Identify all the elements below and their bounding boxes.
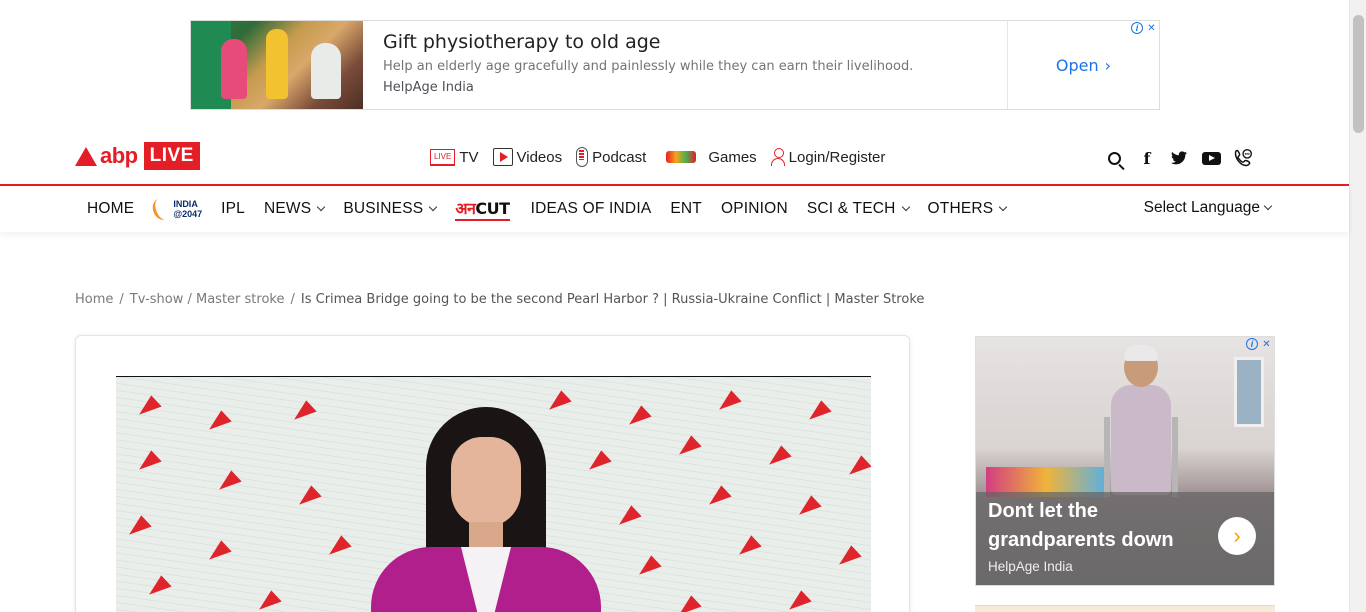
nav-label: NEWS xyxy=(264,200,312,217)
chevron-down-icon xyxy=(901,202,910,212)
breadcrumb-section[interactable]: Tv-show / Master stroke xyxy=(130,292,285,307)
nav-label: OPINION xyxy=(720,200,788,217)
nav-sci-tech[interactable]: SCI & TECH xyxy=(806,200,910,218)
search-button[interactable] xyxy=(1105,148,1125,168)
twitter-icon[interactable] xyxy=(1169,148,1189,168)
top-link-videos[interactable]: Videos xyxy=(492,148,563,166)
top-links: LIVE TV Videos Podcast Games Login/Regis… xyxy=(430,147,899,167)
india-2047-logo-text: INDIA @2047 xyxy=(173,199,202,219)
logo-text: abp xyxy=(100,143,138,168)
nav-opinion[interactable]: OPINION xyxy=(721,200,788,218)
user-icon xyxy=(770,148,785,166)
top-link-label: Games xyxy=(708,148,757,166)
ad-choices[interactable]: i ✕ xyxy=(1131,22,1158,35)
top-link-label: Videos xyxy=(516,148,563,166)
nav-label: IPL xyxy=(221,200,245,217)
top-ad-banner[interactable]: Gift physiotherapy to old age Help an el… xyxy=(190,20,1160,110)
nav-label: SCI & TECH xyxy=(806,200,896,217)
breadcrumb-current: Is Crimea Bridge going to be the second … xyxy=(300,292,925,307)
phone-icon[interactable] xyxy=(1233,148,1253,168)
nav-label: ENT xyxy=(670,200,702,217)
india-top-text: INDIA xyxy=(173,199,198,209)
breadcrumb: Home / Tv-show / Master stroke / Is Crim… xyxy=(75,292,924,307)
main-navigation: HOME INDIA @2047 IPL NEWS BUSINESS अनCUT … xyxy=(0,186,1349,232)
logo-triangle-icon xyxy=(75,146,97,166)
facebook-icon[interactable]: f xyxy=(1137,148,1157,168)
language-label: Select Language xyxy=(1143,199,1260,216)
breadcrumb-separator: / xyxy=(290,292,295,307)
language-selector[interactable]: Select Language xyxy=(1143,199,1273,217)
india-swoosh-icon xyxy=(150,195,175,223)
side-ad-choices[interactable]: i ✕ xyxy=(1246,338,1273,351)
anncut-logo-hindi: अन xyxy=(455,199,476,218)
side-ad-cta-button[interactable]: › xyxy=(1218,517,1256,555)
nav-ipl[interactable]: IPL xyxy=(221,200,245,218)
nav-label: HOME xyxy=(87,200,135,217)
anncut-logo-cut: CUT xyxy=(475,199,510,218)
top-link-login[interactable]: Login/Register xyxy=(770,148,886,166)
chevron-down-icon xyxy=(429,202,438,212)
breadcrumb-separator: / xyxy=(119,292,124,307)
nav-others[interactable]: OTHERS xyxy=(927,200,1008,218)
side-ad[interactable]: Dont let the grandparents down HelpAge I… xyxy=(975,336,1275,586)
top-link-label: Podcast xyxy=(592,148,647,166)
india-bottom-text: @2047 xyxy=(173,209,203,219)
side-ad-secondary[interactable] xyxy=(975,605,1275,612)
info-icon[interactable]: i xyxy=(1131,22,1143,34)
chevron-down-icon xyxy=(317,202,326,212)
chevron-right-icon: › xyxy=(1104,55,1112,75)
nav-label: BUSINESS xyxy=(343,200,424,217)
ad-advertiser: HelpAge India xyxy=(383,80,474,95)
video-thumbnail-anchor xyxy=(371,407,601,612)
play-icon xyxy=(492,148,513,166)
search-icon xyxy=(1107,151,1121,165)
chevron-down-icon xyxy=(999,202,1008,212)
nav-home[interactable]: HOME xyxy=(87,200,134,218)
nav-business[interactable]: BUSINESS xyxy=(343,200,438,218)
chevron-right-icon: › xyxy=(1233,523,1241,548)
breadcrumb-home[interactable]: Home xyxy=(75,292,113,307)
youtube-icon[interactable] xyxy=(1201,148,1221,168)
nav-ideas-of-india[interactable]: IDEAS OF INDIA xyxy=(531,200,652,218)
nav-ent[interactable]: ENT xyxy=(670,200,702,218)
live-tv-icon: LIVE xyxy=(430,148,456,166)
side-ad-advertiser: HelpAge India xyxy=(988,559,1073,574)
top-link-label: Login/Register xyxy=(788,148,886,166)
top-link-podcast[interactable]: Podcast xyxy=(576,147,646,167)
video-card xyxy=(75,335,910,612)
page-scrollbar[interactable] xyxy=(1349,0,1366,612)
nav-anncut[interactable]: अनCUT xyxy=(455,197,510,221)
side-ad-headline[interactable]: Dont let the grandparents down xyxy=(988,497,1208,555)
info-icon[interactable]: i xyxy=(1246,338,1258,350)
video-player[interactable] xyxy=(116,376,871,612)
nav-india-2047[interactable]: INDIA @2047 xyxy=(150,195,202,223)
ad-image[interactable] xyxy=(191,21,363,109)
ad-title[interactable]: Gift physiotherapy to old age xyxy=(383,31,987,53)
top-link-tv[interactable]: LIVE TV xyxy=(430,148,479,166)
nav-label: IDEAS OF INDIA xyxy=(530,200,652,217)
nav-news[interactable]: NEWS xyxy=(264,200,326,218)
games-icon xyxy=(666,151,697,163)
abp-live-logo[interactable]: abp LIVE xyxy=(75,142,200,170)
ad-description: Help an elderly age gracefully and painl… xyxy=(383,59,914,74)
microphone-icon xyxy=(576,147,589,167)
nav-label: OTHERS xyxy=(927,200,994,217)
logo-live-badge: LIVE xyxy=(143,142,200,170)
top-link-label: TV xyxy=(459,148,479,166)
close-icon[interactable]: ✕ xyxy=(1145,22,1158,35)
top-link-games[interactable]: Games xyxy=(666,148,757,166)
close-icon[interactable]: ✕ xyxy=(1260,338,1273,351)
ad-open-label: Open xyxy=(1055,55,1099,75)
header-icons: f xyxy=(1105,148,1253,168)
scrollbar-thumb[interactable] xyxy=(1353,15,1364,133)
site-header: abp LIVE LIVE TV Videos Podcast Games Lo… xyxy=(0,130,1349,185)
chevron-down-icon xyxy=(1263,201,1273,211)
